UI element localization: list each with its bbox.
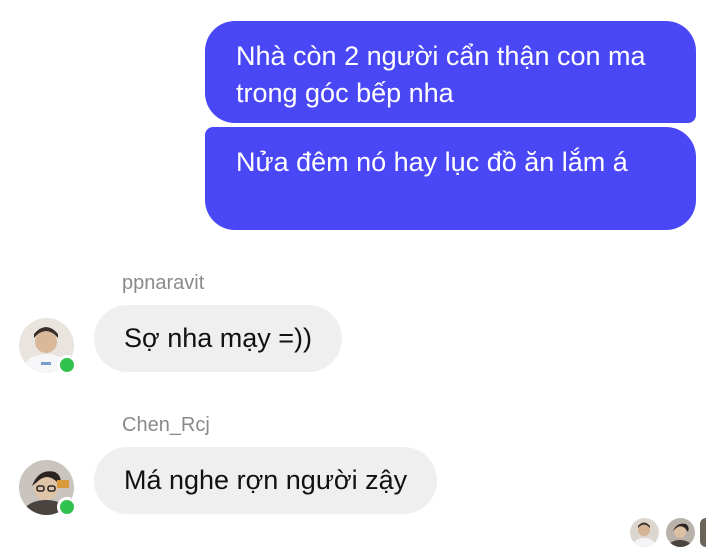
seen-avatar-image [666, 518, 695, 547]
incoming-message-bubble[interactable]: Má nghe rợn người zậy [94, 447, 438, 514]
message-text: Sợ nha mạy =)) [124, 323, 313, 353]
message-text: Má nghe rợn người zậy [124, 465, 408, 495]
outgoing-message-bubble[interactable]: Nhà còn 2 người cẩn thận con ma trong gó… [205, 21, 696, 123]
seen-avatar [666, 518, 695, 547]
online-status-icon [57, 497, 77, 517]
message-text: Nhà còn 2 người cẩn thận con ma trong gó… [236, 41, 646, 108]
incoming-message-bubble[interactable]: Sợ nha mạy =)) [94, 305, 343, 372]
sender-name: Chen_Rcj [122, 414, 210, 436]
seen-avatar-image [630, 518, 659, 547]
seen-avatar [630, 518, 659, 547]
online-status-icon [57, 355, 77, 375]
outgoing-message-bubble[interactable]: Nửa đêm nó hay lục đồ ăn lắm á [205, 127, 696, 230]
overflow-avatar [700, 518, 706, 547]
sender-name: ppnaravit [122, 272, 205, 294]
message-text: Nửa đêm nó hay lục đồ ăn lắm á [236, 147, 628, 177]
